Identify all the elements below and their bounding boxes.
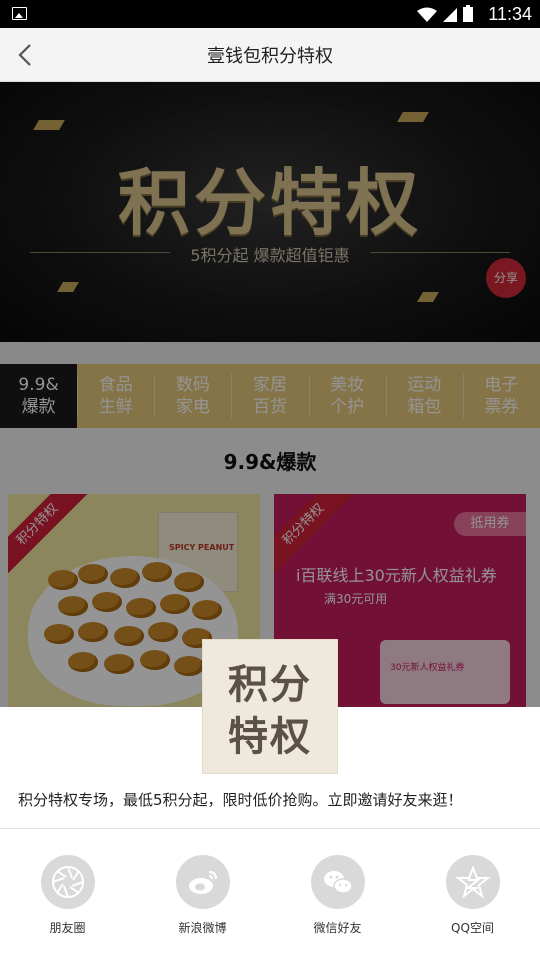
weibo-icon [175,855,230,909]
share-moments[interactable]: 朋友圈 [0,855,135,936]
share-thumbnail: 积分 特权 [203,640,337,773]
share-weibo[interactable]: 新浪微博 [135,855,270,936]
share-wechat-label: 微信好友 [313,921,362,935]
thumbnail-line2: 特权 [228,713,312,760]
moments-icon [40,855,95,909]
divider [0,828,540,829]
share-targets: 朋友圈 新浪微博 微信好友 QQ空间 [0,855,540,936]
system-icons [416,5,474,23]
thumbnail-line1: 积分 [228,661,312,708]
page-title: 壹钱包积分特权 [207,46,333,67]
share-moments-label: 朋友圈 [49,921,86,935]
share-wechat[interactable]: 微信好友 [270,855,405,936]
modal-backdrop[interactable] [0,82,540,708]
wifi-icon [417,7,437,22]
image-notification-icon [12,7,27,20]
qzone-icon [445,855,500,909]
share-qzone-label: QQ空间 [451,921,494,935]
battery-icon [463,5,473,22]
share-qzone[interactable]: QQ空间 [405,855,540,936]
wechat-icon [310,855,365,909]
share-description: 积分特权专场，最低5积分起，限时低价抢购。立即邀请好友来逛！ [18,791,463,809]
clock: 11:34 [488,4,532,24]
status-bar: 11:34 [0,0,540,28]
share-weibo-label: 新浪微博 [178,921,227,935]
signal-icon [443,8,457,22]
app-header: 壹钱包积分特权 [0,28,540,82]
